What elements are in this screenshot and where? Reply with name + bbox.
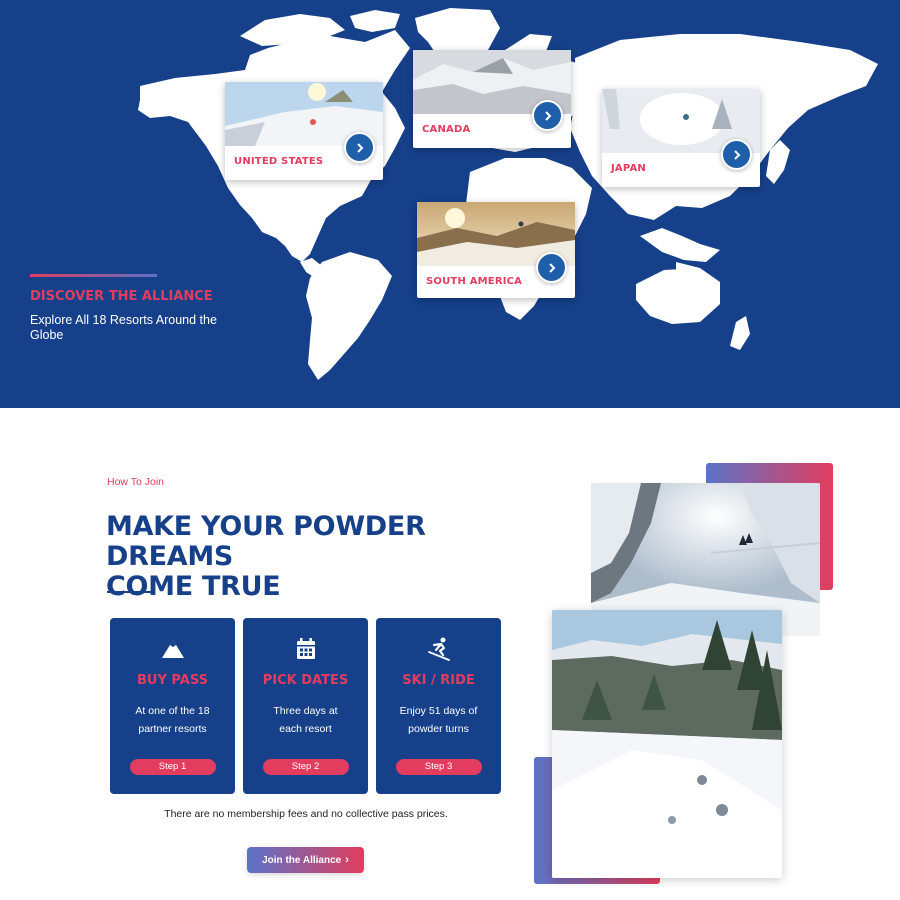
step-card-pick-dates: PICK DATES Three days at each resort Ste…: [243, 618, 368, 794]
page-headline: MAKE YOUR POWDER DREAMS COME TRUE: [106, 512, 506, 602]
step-desc-line: each resort: [279, 723, 332, 735]
headline-line-1: MAKE YOUR POWDER DREAMS: [106, 511, 426, 572]
mountain-slope-photo: [552, 610, 782, 878]
section-eyebrow: How To Join: [107, 476, 165, 488]
chevron-right-icon[interactable]: [721, 139, 752, 170]
step-number-badge: Step 3: [395, 759, 482, 775]
chevron-right-icon[interactable]: [536, 252, 567, 283]
region-name: SOUTH AMERICA: [426, 276, 523, 287]
step-title: PICK DATES: [262, 673, 349, 688]
region-name: UNITED STATES: [234, 156, 324, 167]
discover-subtitle: Explore All 18 Resorts Around the Globe: [30, 313, 217, 342]
chevron-right-icon: ›: [345, 854, 349, 866]
step-desc-line: Three days at: [273, 705, 338, 717]
step-number-badge: Step 1: [129, 759, 216, 775]
calendar-icon: [296, 638, 315, 659]
step-card-ski-ride: SKI / RIDE Enjoy 51 days of powder turns…: [376, 618, 501, 794]
mountain-icon: [161, 640, 184, 658]
step-title: BUY PASS: [137, 673, 208, 688]
step-desc-line: powder turns: [408, 723, 469, 735]
discover-title: DISCOVER THE ALLIANCE: [30, 289, 213, 304]
step-description: Enjoy 51 days of powder turns: [390, 702, 487, 738]
region-name: CANADA: [422, 124, 471, 135]
step-title: SKI / RIDE: [402, 673, 475, 688]
join-alliance-button[interactable]: Join the Alliance ›: [247, 847, 364, 873]
step-desc-line: At one of the 18: [135, 705, 210, 717]
step-description: At one of the 18 partner resorts: [124, 702, 221, 738]
membership-note: There are no membership fees and no coll…: [164, 808, 448, 820]
step-desc-line: partner resorts: [138, 723, 207, 735]
resort-map-section: UNITED STATES CANADA JAPAN SOUTH AMERICA…: [0, 0, 900, 408]
step-number-badge: Step 2: [262, 759, 349, 775]
step-card-buy-pass: BUY PASS At one of the 18 partner resort…: [110, 618, 235, 794]
join-button-label: Join the Alliance: [262, 855, 342, 866]
step-desc-line: Enjoy 51 days of: [399, 705, 478, 717]
chevron-right-icon[interactable]: [344, 132, 375, 163]
region-name: JAPAN: [611, 163, 646, 174]
skier-icon: [427, 637, 450, 661]
headline-divider: [107, 591, 154, 593]
region-card-canada[interactable]: CANADA: [413, 50, 571, 148]
chevron-right-icon[interactable]: [532, 100, 563, 131]
region-card-south-america[interactable]: SOUTH AMERICA: [417, 202, 575, 298]
step-description: Three days at each resort: [257, 702, 354, 738]
region-card-united-states[interactable]: UNITED STATES: [225, 82, 383, 180]
discover-accent-bar: [30, 274, 157, 277]
headline-line-2: COME TRUE: [106, 571, 281, 602]
region-card-japan[interactable]: JAPAN: [602, 89, 760, 187]
